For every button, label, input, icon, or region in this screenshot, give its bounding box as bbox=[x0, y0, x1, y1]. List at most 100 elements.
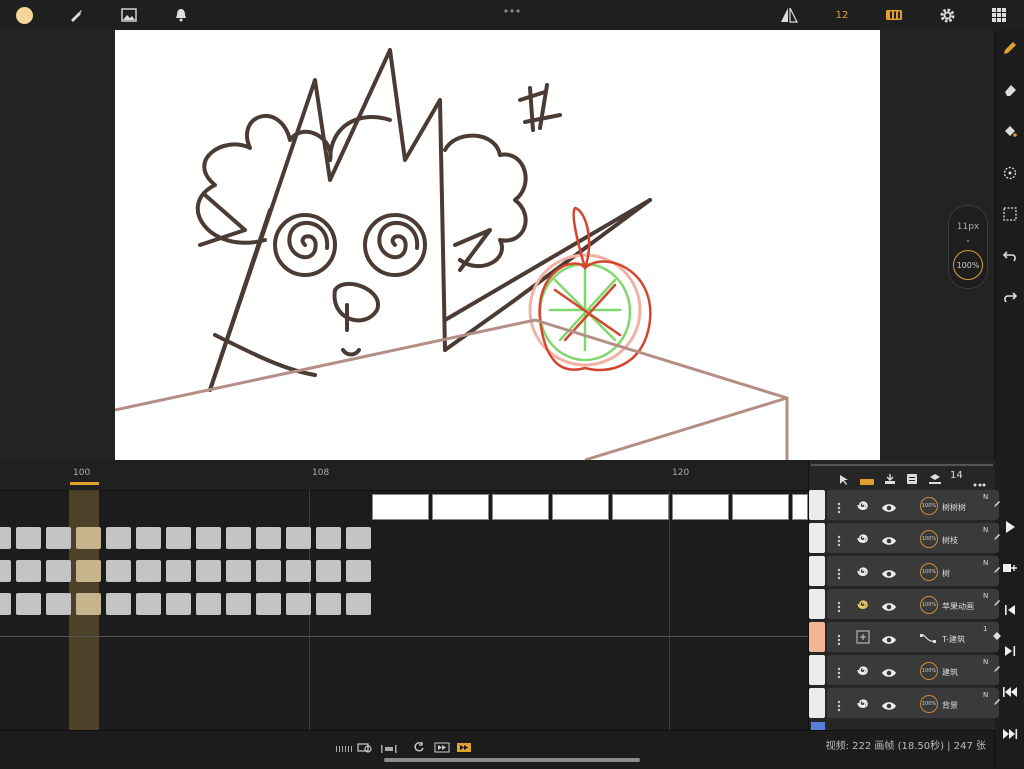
last-frame-icon[interactable] bbox=[1000, 724, 1020, 744]
frame-thumbnail[interactable] bbox=[552, 494, 609, 520]
layer-opacity[interactable]: 100% bbox=[920, 530, 938, 548]
layer-menu-icon[interactable] bbox=[837, 631, 841, 650]
layer-color-swatch[interactable] bbox=[809, 622, 825, 652]
layers-icon[interactable] bbox=[906, 470, 918, 489]
eye-icon[interactable] bbox=[881, 598, 897, 617]
play-icon[interactable] bbox=[1000, 517, 1020, 537]
layer-color-swatch[interactable] bbox=[809, 523, 825, 553]
onion-skin-icon[interactable] bbox=[883, 4, 905, 26]
frame-count[interactable]: 12 bbox=[831, 4, 853, 26]
timeline-mode-icon[interactable] bbox=[859, 472, 875, 491]
frame-cell[interactable] bbox=[166, 527, 191, 549]
pointer-icon[interactable] bbox=[839, 471, 849, 490]
layer-opacity[interactable]: 100% bbox=[920, 695, 938, 713]
select-tool-icon[interactable] bbox=[1000, 204, 1020, 224]
frame-cell[interactable] bbox=[106, 593, 131, 615]
layer-opacity[interactable]: 100% bbox=[920, 563, 938, 581]
frame-cell[interactable] bbox=[46, 527, 71, 549]
spiral-icon[interactable] bbox=[855, 596, 871, 616]
color-swatch-icon[interactable] bbox=[13, 4, 35, 26]
eye-icon[interactable] bbox=[881, 532, 897, 551]
frame-cell[interactable] bbox=[16, 527, 41, 549]
frame-range-icon[interactable] bbox=[380, 739, 398, 758]
edit-pencil-icon[interactable] bbox=[993, 592, 1001, 611]
frame-cell[interactable] bbox=[196, 560, 221, 582]
previous-frame-icon[interactable] bbox=[1000, 600, 1020, 620]
frame-thumbnail[interactable] bbox=[612, 494, 669, 520]
frame-thumbnail[interactable] bbox=[792, 494, 808, 520]
frame-cell[interactable] bbox=[16, 593, 41, 615]
frame-thumbnail[interactable] bbox=[432, 494, 489, 520]
layer-menu-icon[interactable] bbox=[837, 598, 841, 617]
layer-row[interactable]: 100% 树树树 N bbox=[809, 490, 1001, 520]
fill-tool-icon[interactable] bbox=[1000, 121, 1020, 141]
frame-cell[interactable] bbox=[256, 593, 281, 615]
frame-cell[interactable] bbox=[316, 593, 341, 615]
spiral-icon[interactable] bbox=[855, 497, 871, 517]
spiral-icon[interactable] bbox=[855, 530, 871, 550]
layer-row[interactable]: 100% 背景 N bbox=[809, 688, 1000, 718]
layer-row[interactable]: 100% 苹果动画 N bbox=[809, 589, 1001, 619]
frame-cell[interactable] bbox=[46, 560, 71, 582]
panel-grabber[interactable] bbox=[811, 464, 993, 466]
edit-pencil-icon[interactable] bbox=[993, 493, 1001, 512]
layer-menu-icon[interactable] bbox=[837, 499, 841, 518]
frame-cell[interactable] bbox=[76, 593, 101, 615]
layer-blend-mode[interactable]: 1 bbox=[983, 625, 987, 633]
layer-blend-mode[interactable]: N bbox=[983, 493, 988, 501]
timeline[interactable]: 100 108 120 bbox=[0, 460, 808, 730]
frame-cell[interactable] bbox=[256, 527, 281, 549]
layer-menu-icon[interactable] bbox=[837, 565, 841, 584]
frame-cell[interactable] bbox=[106, 527, 131, 549]
eraser-tool-icon[interactable] bbox=[1000, 80, 1020, 100]
brush-icon[interactable] bbox=[65, 4, 87, 26]
layer-blend-mode[interactable]: N bbox=[983, 691, 988, 699]
layer-color-swatch[interactable] bbox=[809, 655, 825, 685]
gear-icon[interactable] bbox=[936, 4, 958, 26]
frame-thumbnail[interactable] bbox=[672, 494, 729, 520]
redo-icon[interactable] bbox=[1000, 287, 1020, 307]
image-icon[interactable] bbox=[118, 4, 140, 26]
first-frame-icon[interactable] bbox=[1000, 682, 1020, 702]
eye-icon[interactable] bbox=[881, 499, 897, 518]
frame-thumbnail[interactable] bbox=[492, 494, 549, 520]
frame-cell[interactable] bbox=[346, 560, 371, 582]
frame-cell[interactable] bbox=[196, 593, 221, 615]
frame-cell[interactable] bbox=[166, 593, 191, 615]
eye-icon[interactable] bbox=[881, 631, 897, 650]
layer-row[interactable]: 100% 树枝 N bbox=[809, 523, 1001, 553]
layer-blend-mode[interactable]: N bbox=[983, 592, 988, 600]
lasso-tool-icon[interactable] bbox=[1000, 163, 1020, 183]
frame-cell[interactable] bbox=[256, 560, 281, 582]
frame-cell[interactable] bbox=[286, 593, 311, 615]
eye-icon[interactable] bbox=[881, 565, 897, 584]
frame-cell[interactable] bbox=[286, 527, 311, 549]
timeline-ruler[interactable]: 100 108 120 bbox=[0, 460, 808, 491]
undo-icon[interactable] bbox=[1000, 246, 1020, 266]
layer-color-swatch[interactable] bbox=[809, 589, 825, 619]
layer-color-swatch[interactable] bbox=[809, 490, 825, 520]
frame-cell[interactable] bbox=[226, 560, 251, 582]
layer-row[interactable]: 100% 树 N bbox=[809, 556, 1001, 586]
edit-pencil-icon[interactable] bbox=[993, 526, 1001, 545]
brush-opacity-dial[interactable]: 100% bbox=[953, 250, 983, 280]
eye-icon[interactable] bbox=[881, 697, 897, 716]
layer-color-swatch[interactable] bbox=[809, 688, 825, 718]
frame-cell[interactable] bbox=[0, 527, 11, 549]
edit-pencil-icon[interactable] bbox=[993, 559, 1001, 578]
step-icon[interactable] bbox=[434, 738, 450, 757]
layer-color-swatch[interactable] bbox=[809, 556, 825, 586]
frame-ruler-icon[interactable] bbox=[335, 739, 353, 758]
frame-cell[interactable] bbox=[0, 560, 11, 582]
frame-cell[interactable] bbox=[346, 527, 371, 549]
group-icon[interactable] bbox=[855, 629, 871, 649]
frame-cell[interactable] bbox=[16, 560, 41, 582]
layer-opacity[interactable]: 100% bbox=[920, 596, 938, 614]
spiral-icon[interactable] bbox=[855, 563, 871, 583]
layer-blend-mode[interactable]: N bbox=[983, 658, 988, 666]
keyframe-icon[interactable] bbox=[993, 625, 1001, 644]
add-frame-icon[interactable] bbox=[1000, 558, 1020, 578]
loop-icon[interactable] bbox=[413, 738, 425, 757]
frame-cell[interactable] bbox=[316, 527, 341, 549]
camera-icon[interactable] bbox=[357, 738, 373, 757]
